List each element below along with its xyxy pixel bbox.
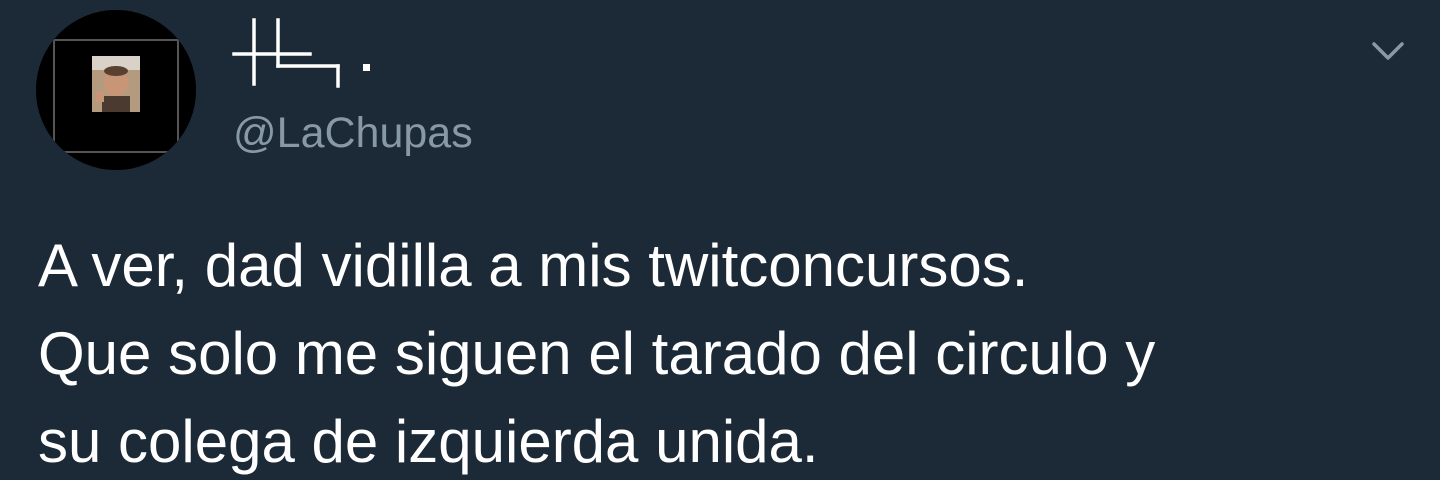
profile-photo-icon: [36, 10, 196, 170]
display-name[interactable]: [232, 14, 392, 94]
avatar[interactable]: [36, 10, 196, 170]
user-handle[interactable]: @LaChupas: [233, 107, 473, 159]
tweet-card: @LaChupas A ver, dad vidilla a mis twitc…: [0, 0, 1440, 480]
tweet-menu-button[interactable]: [1366, 34, 1410, 70]
custom-glyph-name-logo: [232, 18, 370, 88]
tweet-text: A ver, dad vidilla a mis twitconcursos. …: [38, 232, 1156, 475]
chevron-down-icon: [1372, 42, 1404, 60]
